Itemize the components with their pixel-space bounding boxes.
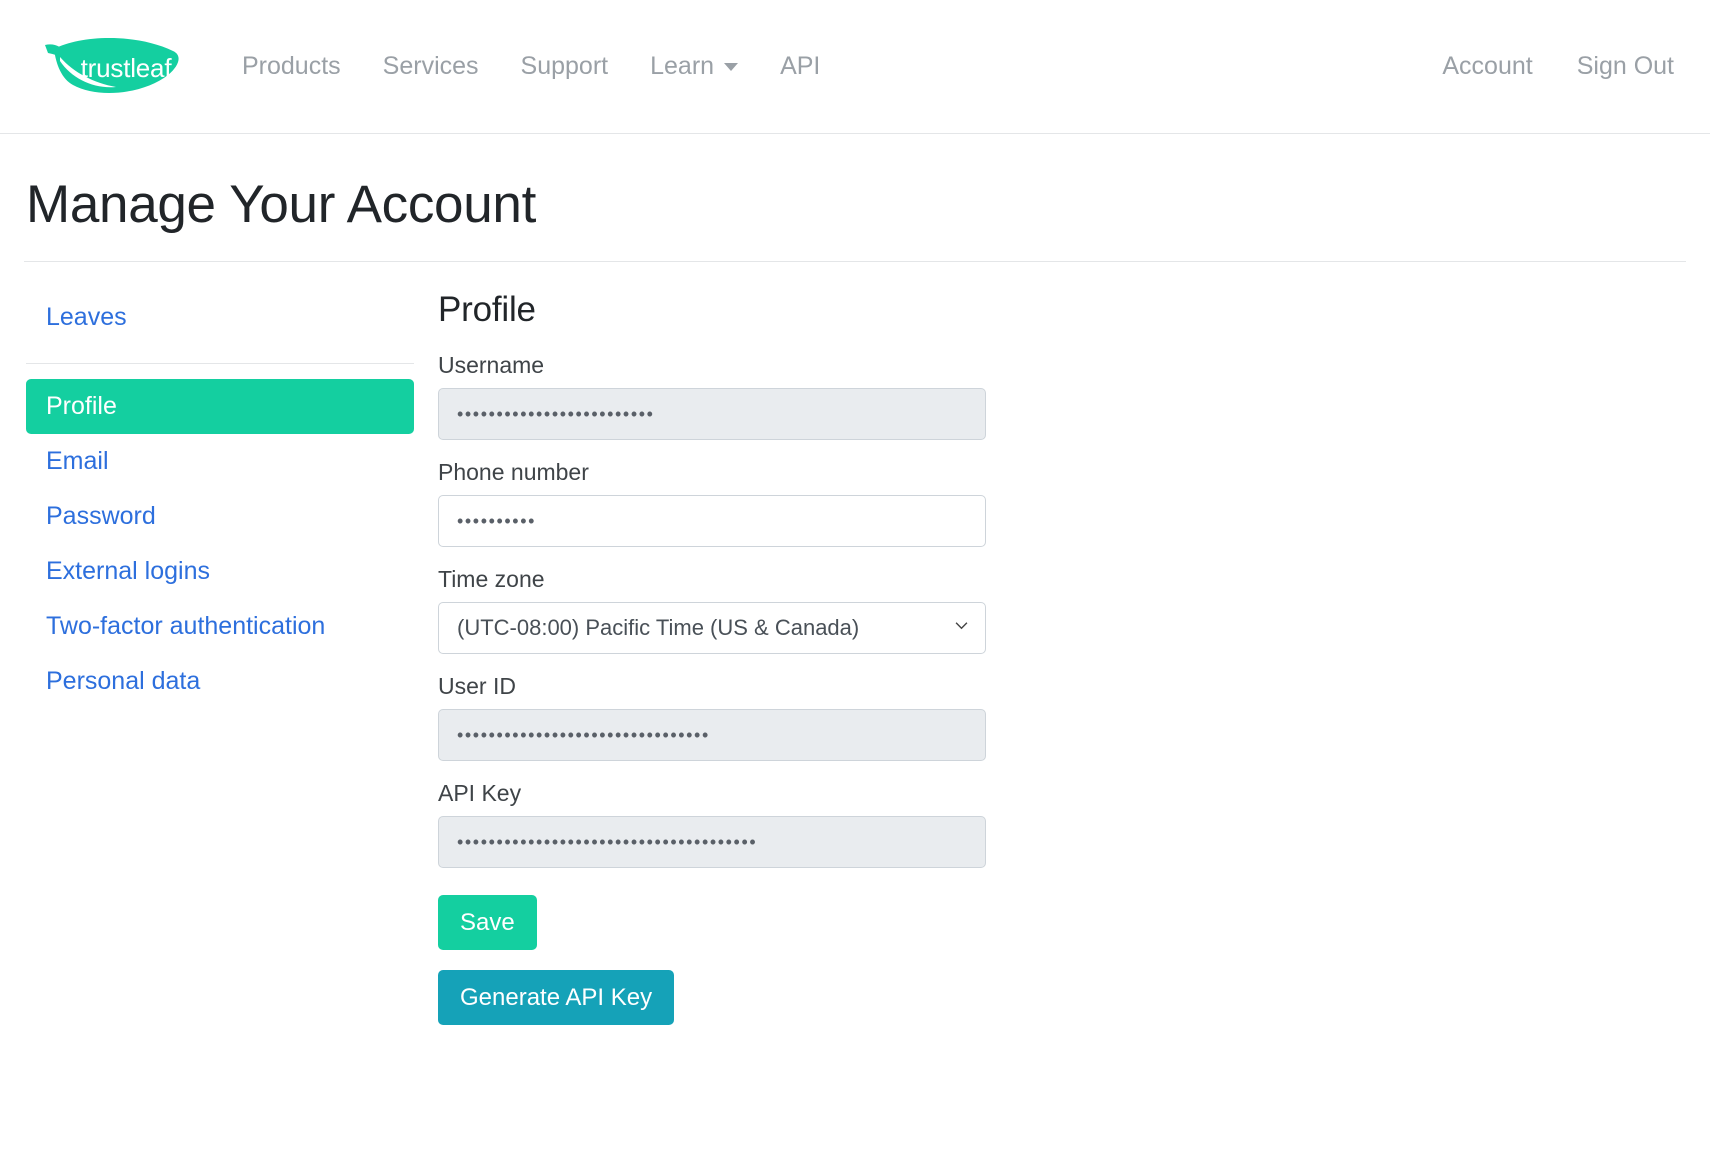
field-username: Username •••••••••••••••••••••••••: [438, 352, 1686, 440]
nav-link-learn-label: Learn: [650, 52, 715, 80]
field-phone-number: Phone number ••••••••••: [438, 459, 1686, 547]
user-id-input: ••••••••••••••••••••••••••••••••: [438, 709, 986, 761]
username-label: Username: [438, 352, 545, 378]
form-actions: Save Generate API Key: [438, 887, 1686, 1025]
nav-link-api-label: API: [780, 52, 821, 80]
phone-number-label: Phone number: [438, 459, 589, 485]
time-zone-select-wrapper: (UTC-08:00) Pacific Time (US & Canada): [438, 602, 986, 654]
chevron-down-icon: [724, 62, 739, 71]
nav-link-products[interactable]: Products: [242, 46, 362, 87]
sidebar-item-leaves-label: Leaves: [46, 303, 127, 331]
api-key-input: ••••••••••••••••••••••••••••••••••••••: [438, 816, 986, 868]
page-title: Manage Your Account: [26, 175, 536, 234]
field-time-zone: Time zone (UTC-08:00) Pacific Time (US &…: [438, 566, 1686, 654]
sidebar-divider: [26, 363, 414, 364]
nav-link-sign-out-label: Sign Out: [1576, 52, 1674, 80]
save-button[interactable]: Save: [438, 895, 537, 950]
brand-name: trustleaf: [80, 53, 172, 83]
nav-link-support[interactable]: Support: [500, 46, 630, 87]
account-sidebar: Leaves Profile Email Password External l…: [24, 290, 414, 709]
api-key-value: ••••••••••••••••••••••••••••••••••••••: [457, 833, 758, 851]
sidebar-item-personal-data-label: Personal data: [46, 667, 201, 695]
field-api-key: API Key ••••••••••••••••••••••••••••••••…: [438, 780, 1686, 868]
user-id-value: ••••••••••••••••••••••••••••••••: [457, 726, 710, 744]
sidebar-item-profile-label: Profile: [46, 392, 117, 420]
sidebar-item-email-label: Email: [46, 447, 109, 475]
username-input: •••••••••••••••••••••••••: [438, 388, 986, 440]
time-zone-value: (UTC-08:00) Pacific Time (US & Canada): [457, 615, 860, 640]
sidebar-item-leaves[interactable]: Leaves: [26, 290, 414, 345]
sidebar-item-password[interactable]: Password: [26, 489, 414, 544]
sidebar-item-personal-data[interactable]: Personal data: [26, 654, 414, 709]
sidebar-item-password-label: Password: [46, 502, 156, 530]
nav-link-services-label: Services: [382, 52, 479, 80]
section-title: Profile: [438, 290, 536, 329]
top-navbar: trustleaf Products Services Support Lear…: [0, 0, 1710, 134]
nav-link-account[interactable]: Account: [1420, 46, 1554, 87]
profile-panel: Profile Username •••••••••••••••••••••••…: [414, 290, 1686, 1025]
account-layout: Leaves Profile Email Password External l…: [24, 262, 1686, 1025]
primary-nav: Products Services Support Learn API: [242, 46, 841, 87]
account-nav: Account Sign Out: [1420, 46, 1682, 87]
sidebar-item-two-factor-authentication[interactable]: Two-factor authentication: [26, 599, 414, 654]
sidebar-nav-list: Profile Email Password External logins T…: [26, 379, 414, 709]
phone-number-value: ••••••••••: [457, 512, 537, 530]
phone-number-input[interactable]: ••••••••••: [438, 495, 986, 547]
username-value: •••••••••••••••••••••••••: [457, 405, 655, 423]
sidebar-item-email[interactable]: Email: [26, 434, 414, 489]
sidebar-item-profile[interactable]: Profile: [26, 379, 414, 434]
brand-logo[interactable]: trustleaf: [40, 31, 190, 103]
time-zone-label: Time zone: [438, 566, 545, 592]
nav-link-learn[interactable]: Learn: [629, 46, 759, 87]
time-zone-select[interactable]: (UTC-08:00) Pacific Time (US & Canada): [438, 602, 986, 654]
nav-link-services[interactable]: Services: [362, 46, 500, 87]
nav-link-sign-out[interactable]: Sign Out: [1555, 46, 1682, 87]
nav-link-api[interactable]: API: [759, 46, 841, 87]
sidebar-item-two-factor-authentication-label: Two-factor authentication: [46, 612, 326, 640]
nav-link-account-label: Account: [1442, 52, 1533, 80]
field-user-id: User ID ••••••••••••••••••••••••••••••••: [438, 673, 1686, 761]
nav-link-support-label: Support: [520, 52, 609, 80]
sidebar-item-external-logins-label: External logins: [46, 557, 210, 585]
generate-api-key-button[interactable]: Generate API Key: [438, 970, 675, 1025]
nav-link-products-label: Products: [242, 52, 341, 80]
user-id-label: User ID: [438, 673, 516, 699]
page-container: Manage Your Account Leaves Profile Email…: [0, 174, 1710, 1025]
api-key-label: API Key: [438, 780, 522, 806]
sidebar-item-external-logins[interactable]: External logins: [26, 544, 414, 599]
